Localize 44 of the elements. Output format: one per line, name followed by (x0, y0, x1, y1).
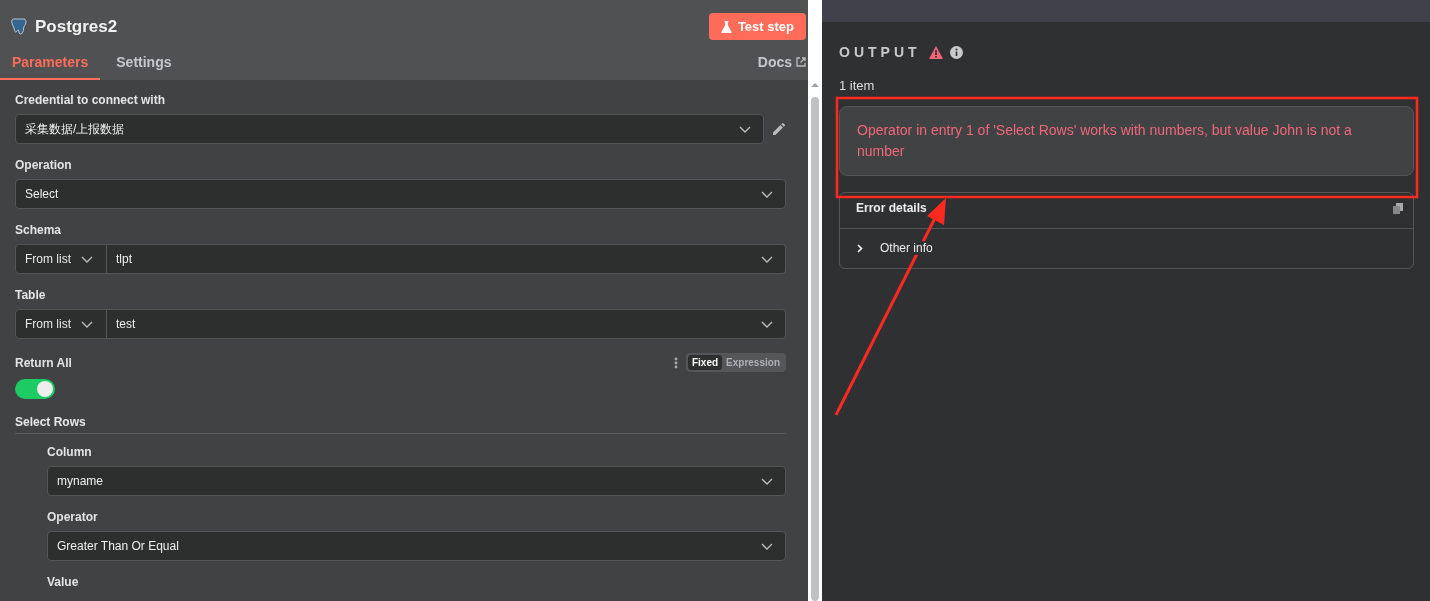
dropdown-select[interactable]: Greater Than Or Equal (47, 531, 786, 561)
chevron-down-icon (81, 320, 93, 328)
tab[interactable]: Settings (104, 54, 184, 80)
field-label: Operation (15, 158, 73, 172)
chevron-down-icon (761, 255, 773, 263)
dropdown-select[interactable]: Select (15, 179, 786, 209)
chevron-down-icon (739, 125, 751, 133)
output-title: OUTPUT (839, 44, 921, 60)
flask-icon (720, 20, 732, 33)
pencil-icon[interactable] (772, 122, 786, 136)
chevron-down-icon (81, 255, 93, 263)
chevron-right-icon (857, 243, 863, 253)
mode-select[interactable]: From list (15, 244, 107, 274)
dropdown-select[interactable]: tlpt (107, 244, 786, 274)
chevron-down-icon (761, 190, 773, 198)
details-row[interactable]: Other info (840, 229, 1413, 268)
chevron-down-icon (761, 542, 773, 550)
mode-option[interactable]: Fixed (687, 355, 723, 370)
field-label: Schema (15, 223, 63, 237)
scrollbar-drawing[interactable] (808, 0, 822, 601)
field-label: Table (15, 288, 47, 302)
info-icon (949, 45, 963, 59)
item-count: 1 item (839, 78, 876, 93)
warning-icon (928, 45, 943, 59)
section-heading: Select Rows (15, 415, 786, 434)
chevron-down-icon (761, 320, 773, 328)
field-label: Column (47, 445, 93, 459)
field-label: Value (47, 575, 80, 589)
docs-link[interactable]: Docs (757, 54, 806, 80)
dropdown-select[interactable]: test (107, 309, 786, 339)
node-title: Postgres2 (35, 16, 118, 37)
external-link-icon (796, 57, 806, 67)
more-options-icon[interactable] (673, 356, 678, 369)
toggle-switch[interactable] (15, 379, 55, 399)
mode-select[interactable]: From list (15, 309, 107, 339)
card-title: Error details (856, 201, 927, 215)
dropdown-select[interactable]: myname (47, 466, 786, 496)
copy-icon[interactable] (1393, 202, 1403, 214)
error-message: Operator in entry 1 of 'Select Rows' works with numbers, but value John is not a number (839, 106, 1414, 176)
field-label: Return All (15, 355, 72, 370)
chevron-down-icon (761, 477, 773, 485)
credential-select[interactable]: 采集数据/上报数据 (15, 114, 764, 144)
field-label: Operator (47, 510, 99, 524)
field-label: Credential to connect with (15, 93, 166, 107)
